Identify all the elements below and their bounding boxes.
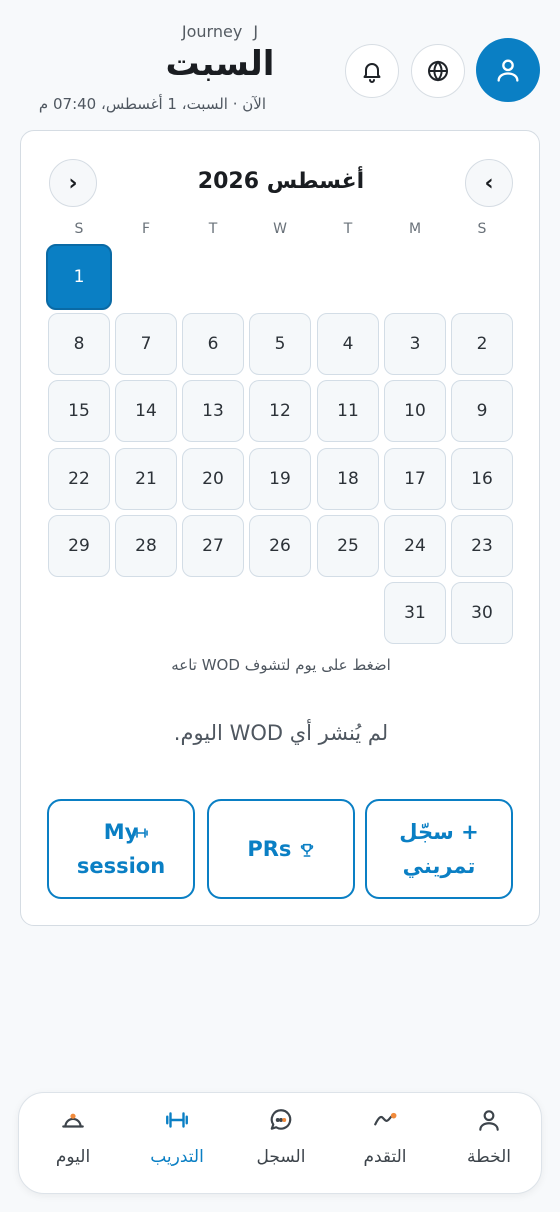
trend-icon [372, 1107, 398, 1133]
weekday-header: F [141, 221, 151, 237]
day-cell[interactable]: 16 [451, 448, 513, 510]
day-cell[interactable]: 31 [384, 582, 446, 644]
day-cell[interactable]: 9 [451, 380, 513, 442]
weekday-header: T [208, 221, 218, 237]
day-cell[interactable]: 15 [48, 380, 110, 442]
day-cell[interactable]: 22 [48, 448, 110, 510]
day-cell[interactable]: 13 [182, 380, 244, 442]
day-cell[interactable]: 8 [48, 313, 110, 375]
chevron-left-icon: ‹ [484, 170, 494, 196]
notifications-button[interactable] [345, 44, 399, 98]
nav-label: التدريب [150, 1147, 204, 1167]
nav-item-log[interactable]: السجل [229, 1093, 333, 1195]
day-cell[interactable]: 23 [451, 515, 513, 577]
month-title: أغسطس 2026 [197, 169, 365, 194]
prs-content: PRs [247, 832, 314, 866]
log-workout-button[interactable]: + سجّل تمريني [365, 799, 513, 899]
day-cell[interactable]: 21 [115, 448, 177, 510]
day-cell[interactable]: 29 [48, 515, 110, 577]
my-session-content: My session [66, 815, 176, 883]
nav-item-progress[interactable]: التقدم [333, 1093, 437, 1195]
day-cell-selected[interactable]: 1 [46, 244, 112, 310]
empty-wod-message: لم يُنشر أي WOD اليوم. [173, 721, 389, 745]
app-brand: Journey J [120, 22, 320, 41]
nav-label: التقدم [363, 1147, 407, 1167]
globe-icon [428, 60, 448, 82]
day-cell[interactable]: 3 [384, 313, 446, 375]
weekday-header: S [74, 221, 84, 237]
log-workout-label: + سجّل تمريني [399, 820, 479, 878]
day-cell[interactable]: 18 [317, 448, 379, 510]
day-cell[interactable]: 4 [317, 313, 379, 375]
day-cell[interactable]: 7 [115, 313, 177, 375]
weekday-header: T [343, 221, 353, 237]
nav-item-plan[interactable]: الخطة [437, 1093, 541, 1195]
day-cell[interactable]: 28 [115, 515, 177, 577]
top-header: Journey J السبت الآن · السبت، 1 أغسطس، 0… [0, 0, 560, 125]
day-cell[interactable]: 25 [317, 515, 379, 577]
day-cell[interactable]: 14 [115, 380, 177, 442]
nav-label: الخطة [467, 1147, 511, 1167]
dumbbell-icon [134, 828, 148, 838]
day-cell[interactable]: 20 [182, 448, 244, 510]
dumbbell-icon [164, 1107, 190, 1133]
calendar-card: › أغسطس 2026 ‹ S M T W T F S 1 2 3 4 5 6… [20, 130, 540, 926]
weekday-header: M [408, 221, 422, 237]
current-datetime: الآن · السبت، 1 أغسطس، 07:40 م [38, 95, 266, 113]
profile-button[interactable] [476, 38, 540, 102]
my-session-label: My session [76, 820, 166, 878]
nav-label: السجل [256, 1147, 306, 1167]
day-cell[interactable]: 2 [451, 313, 513, 375]
day-cell[interactable]: 26 [249, 515, 311, 577]
day-cell[interactable]: 11 [317, 380, 379, 442]
cloche-icon [60, 1107, 86, 1133]
chevron-right-icon: › [68, 170, 78, 196]
bottom-nav: الخطة التقدم السجل التدريب اليوم [18, 1092, 542, 1194]
prs-label: PRs [247, 837, 292, 861]
day-cell[interactable]: 6 [182, 313, 244, 375]
app-name: Journey [181, 22, 243, 41]
weekday-header: S [477, 221, 487, 237]
day-cell[interactable]: 27 [182, 515, 244, 577]
page-title: السبت [165, 44, 275, 84]
calendar-hint: اضغط على يوم لتشوف WOD تاعه [171, 656, 391, 674]
user-icon [497, 59, 519, 82]
app-mark: J [253, 22, 259, 41]
day-cell[interactable]: 10 [384, 380, 446, 442]
day-cell[interactable]: 12 [249, 380, 311, 442]
next-month-button[interactable]: › [49, 159, 97, 207]
day-cell[interactable]: 30 [451, 582, 513, 644]
my-session-button[interactable]: My session [47, 799, 195, 899]
weekday-header: W [273, 221, 287, 237]
nav-label: اليوم [55, 1147, 91, 1167]
nav-item-training[interactable]: التدريب [125, 1093, 229, 1195]
user-icon [476, 1107, 502, 1133]
day-cell[interactable]: 5 [249, 313, 311, 375]
language-button[interactable] [411, 44, 465, 98]
prs-button[interactable]: PRs [207, 799, 355, 899]
day-cell[interactable]: 24 [384, 515, 446, 577]
nav-item-today[interactable]: اليوم [21, 1093, 125, 1195]
chat-icon [268, 1107, 294, 1133]
day-cell[interactable]: 19 [249, 448, 311, 510]
bell-icon [363, 63, 381, 83]
prev-month-button[interactable]: ‹ [465, 159, 513, 207]
trophy-icon [300, 843, 313, 857]
day-cell[interactable]: 17 [384, 448, 446, 510]
